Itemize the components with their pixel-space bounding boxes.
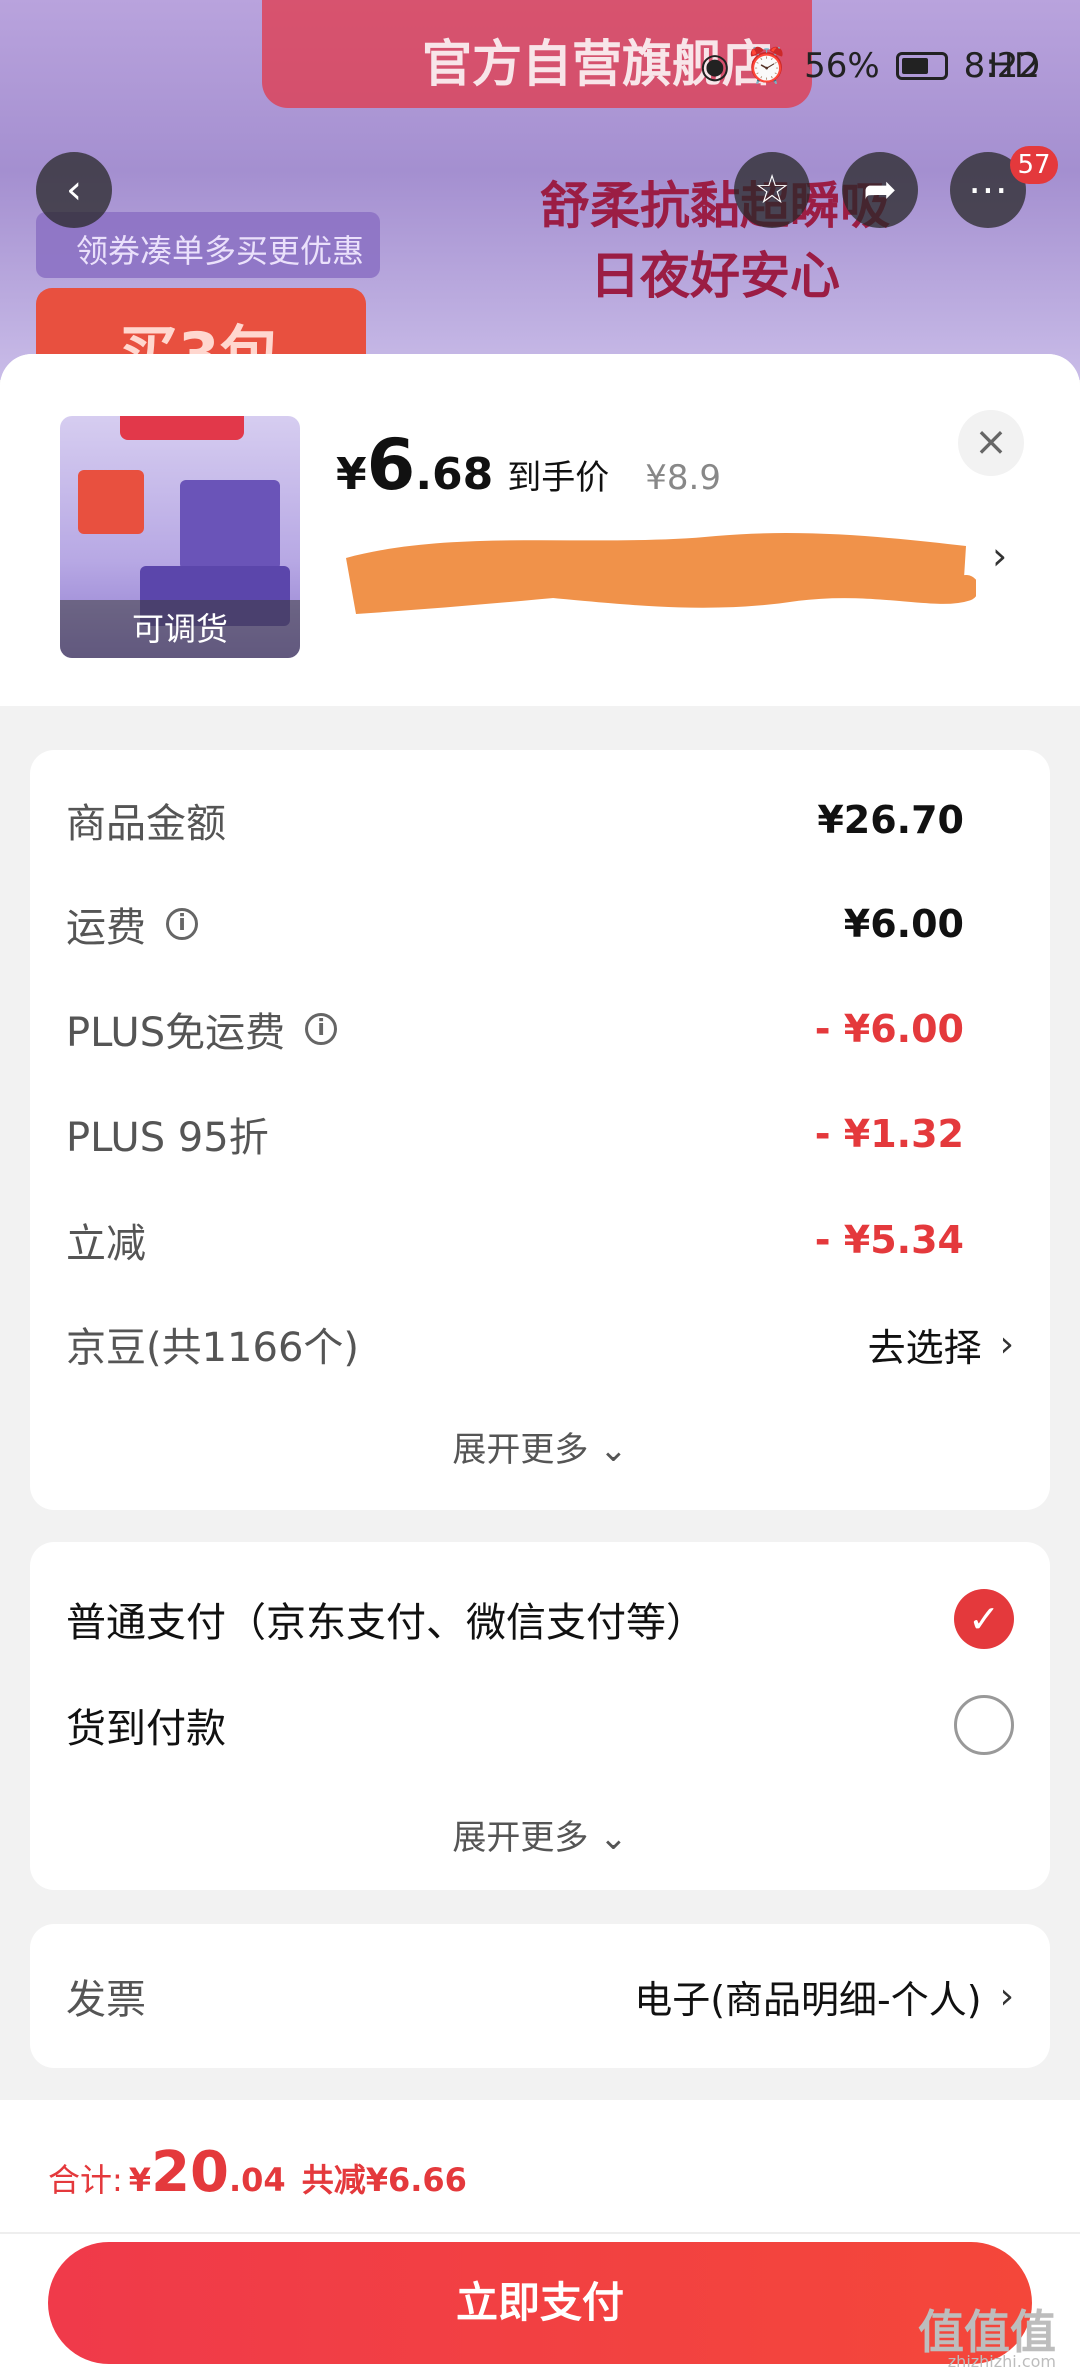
share-button[interactable]: ➦: [842, 152, 918, 228]
reduced-value: ¥6.66: [365, 2161, 467, 2199]
summary-value: ¥26.70: [817, 798, 964, 842]
thumbnail-promo-block: [78, 470, 144, 534]
payment-option[interactable]: 货到付款: [66, 1690, 1014, 1760]
star-icon: ☆: [754, 167, 790, 213]
total-symbol: ¥: [128, 2161, 152, 2199]
thumbnail-store-tag: [120, 416, 244, 440]
summary-row: 立减 - ¥5.34: [66, 1210, 1014, 1270]
summary-value: - ¥1.32: [814, 1112, 964, 1156]
total-amount: 合计: ¥ 20 .04 共减 ¥6.66: [48, 2140, 467, 2205]
payment-option[interactable]: 普通支付（京东支付、微信支付等） ✓: [66, 1584, 1014, 1654]
summary-label: PLUS 95折: [66, 1115, 269, 1161]
invoice-row[interactable]: 发票 电子(商品明细-个人) ›: [66, 1966, 1014, 2026]
slogan-line2: 日夜好安心: [590, 247, 840, 305]
payment-option-label: 普通支付（京东支付、微信支付等）: [66, 1600, 706, 1646]
summary-label: 立减: [66, 1221, 146, 1267]
price-line: ¥ 6 .68 到手价 ¥8.9: [336, 424, 721, 506]
invoice-card[interactable]: 发票 电子(商品明细-个人) ›: [30, 1924, 1050, 2068]
chevron-right-icon: ›: [999, 1975, 1014, 2017]
invoice-label: 发票: [66, 1977, 146, 2023]
summary-label: 运费: [66, 905, 146, 951]
pay-now-button[interactable]: 立即支付: [48, 2242, 1032, 2364]
redaction-scribble: [346, 533, 976, 614]
radio-unchecked-icon[interactable]: [954, 1695, 1014, 1755]
info-icon[interactable]: i: [166, 908, 198, 940]
price-decimal: .68: [415, 449, 494, 500]
close-icon: ×: [974, 419, 1008, 465]
summary-row: 商品金额 ¥26.70: [66, 790, 1014, 850]
original-price: ¥8.9: [645, 458, 721, 498]
favorite-button[interactable]: ☆: [734, 152, 810, 228]
battery-percent: 56%: [804, 46, 880, 86]
info-icon[interactable]: i: [305, 1013, 338, 1045]
jingdou-label: 京豆(共1166个): [66, 1325, 360, 1371]
product-header: 可调货 ¥ 6 .68 到手价 ¥8.9 × ›: [0, 354, 1080, 706]
expand-more-label: 展开更多: [452, 1430, 589, 1470]
alarm-icon: ⏰: [745, 46, 789, 86]
price-integer: 6: [366, 424, 416, 506]
summary-label: PLUS免运费: [66, 1010, 286, 1056]
payment-method-card: 普通支付（京东支付、微信支付等） ✓ 货到付款 展开更多 ⌄: [30, 1542, 1050, 1890]
jingdou-row[interactable]: 京豆(共1166个) 去选择 ›: [66, 1314, 1014, 1374]
summary-value: - ¥5.34: [814, 1218, 964, 1262]
price-label: 到手价: [507, 458, 610, 498]
chevron-down-icon: ⌄: [588, 1818, 628, 1858]
total-label: 合计:: [48, 2161, 123, 2199]
total-integer: 20: [151, 2140, 229, 2205]
summary-row: PLUS 95折 - ¥1.32: [66, 1104, 1014, 1164]
checkout-sheet: 可调货 ¥ 6 .68 到手价 ¥8.9 × › 商品金额 ¥26.70 运费 i…: [0, 354, 1080, 2376]
summary-row: 运费 i ¥6.00: [66, 894, 1014, 954]
sheet-divider-strip: [30, 664, 1050, 696]
notification-badge: 57: [1010, 146, 1058, 184]
slogan-line1: 舒柔抗黏超瞬吸: [540, 177, 890, 235]
summary-row: PLUS免运费 i - ¥6.00: [66, 999, 1014, 1059]
back-arrow-icon: ‹: [66, 167, 82, 213]
summary-value: - ¥6.00: [814, 1007, 964, 1051]
expand-more-link[interactable]: 展开更多 ⌄: [30, 1422, 1050, 1471]
total-decimal: .04: [229, 2161, 286, 2199]
price-summary-card: 商品金额 ¥26.70 运费 i ¥6.00 PLUS免运费 i - ¥6.00 P…: [30, 750, 1050, 1510]
summary-label: 商品金额: [66, 801, 226, 847]
chevron-right-icon[interactable]: ›: [992, 534, 1007, 578]
wifi-icon: ◉: [700, 46, 730, 86]
footer-divider: [0, 2232, 1080, 2234]
expand-more-label: 展开更多: [452, 1818, 589, 1858]
price-symbol: ¥: [336, 449, 367, 500]
checkmark-icon[interactable]: ✓: [954, 1589, 1014, 1649]
invoice-value: 电子(商品明细-个人): [634, 1977, 982, 2022]
product-thumbnail[interactable]: 可调货: [60, 416, 300, 658]
chevron-down-icon: ⌄: [588, 1430, 628, 1470]
hd-indicator: HD: [988, 46, 1040, 86]
close-button[interactable]: ×: [958, 410, 1024, 476]
reduced-label: 共减: [301, 2161, 366, 2199]
summary-value: ¥6.00: [843, 902, 964, 946]
payment-option-label: 货到付款: [66, 1706, 226, 1752]
jingdou-action: 去选择: [867, 1325, 982, 1370]
back-button[interactable]: ‹: [36, 152, 112, 228]
more-icon: ⋯: [968, 167, 1008, 213]
battery-icon: [895, 52, 948, 80]
watermark-url: zhizhizhi.com: [947, 2352, 1056, 2371]
chevron-right-icon: ›: [999, 1323, 1014, 1365]
expand-more-link[interactable]: 展开更多 ⌄: [30, 1810, 1050, 1859]
thumbnail-label: 可调货: [60, 600, 300, 658]
share-icon: ➦: [863, 167, 897, 213]
thumbnail-package: [180, 480, 280, 570]
